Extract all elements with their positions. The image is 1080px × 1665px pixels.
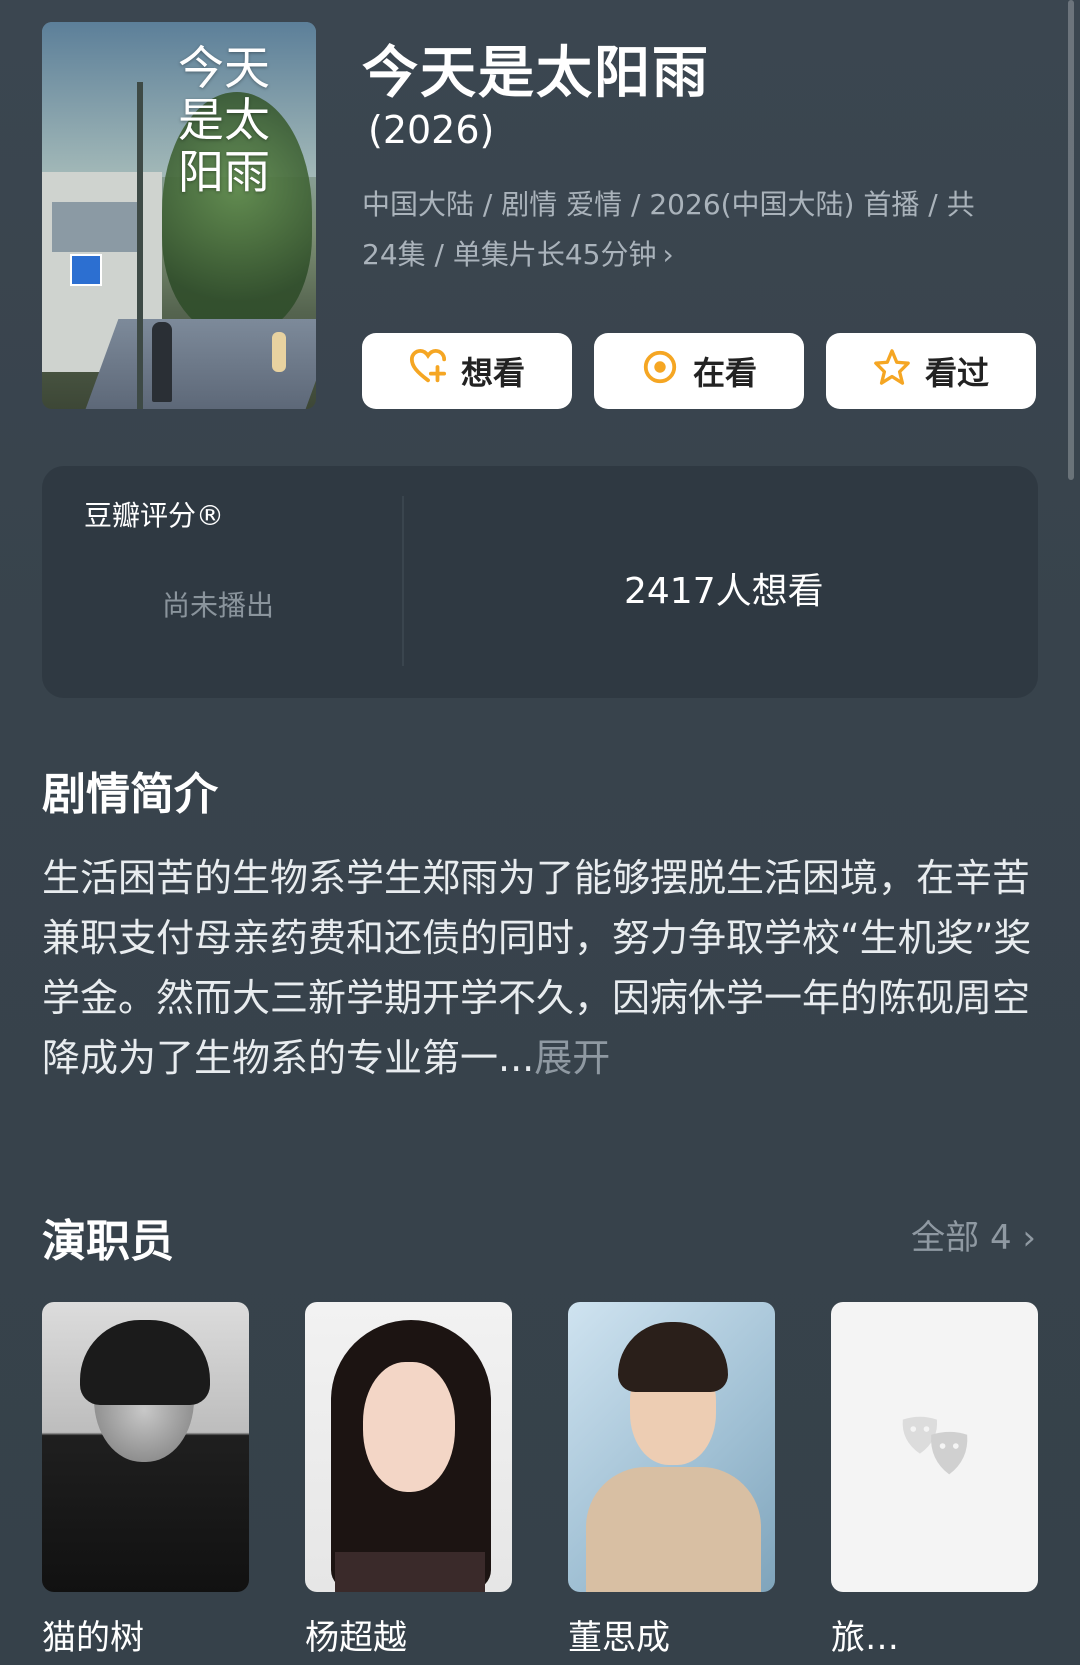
cast-photo bbox=[568, 1302, 775, 1592]
theater-masks-icon bbox=[902, 1416, 967, 1475]
expand-link[interactable]: 展开 bbox=[534, 1036, 610, 1080]
meta-line-2: 24集 / 单集片长45分钟 › bbox=[362, 230, 1022, 280]
heart-plus-icon bbox=[409, 348, 447, 394]
rating-status: 尚未播出 bbox=[162, 589, 275, 622]
rating-card[interactable]: 豆瓣评分® 尚未播出 2417人想看 bbox=[42, 466, 1038, 698]
poster-title: 今天是太阳雨 bbox=[178, 41, 270, 199]
release-year: (2026) bbox=[368, 108, 495, 152]
synopsis-heading: 剧情简介 bbox=[42, 769, 218, 820]
wish-count: 2417人想看 bbox=[624, 571, 824, 612]
portrait-clothing bbox=[586, 1467, 761, 1592]
cast-card[interactable]: 猫的树 bbox=[42, 1302, 249, 1659]
cast-name: 旅… bbox=[831, 1618, 899, 1658]
portrait-face bbox=[363, 1362, 455, 1492]
meta-line-1: 中国大陆 / 剧情 爱情 / 2026(中国大陆) 首播 / 共 bbox=[362, 188, 975, 221]
cast-name: 猫的树 bbox=[42, 1618, 144, 1658]
watching-label: 在看 bbox=[692, 354, 757, 392]
cast-heading: 演职员 bbox=[42, 1216, 174, 1267]
show-meta[interactable]: 中国大陆 / 剧情 爱情 / 2026(中国大陆) 首播 / 共 24集 / 单… bbox=[362, 180, 1022, 280]
watched-button[interactable]: 看过 bbox=[826, 333, 1036, 409]
synopsis-text: 生活困苦的生物系学生郑雨为了能够摆脱生活困境，在辛苦兼职支付母亲药费和还债的同时… bbox=[42, 848, 1042, 1088]
want-to-watch-label: 想看 bbox=[460, 354, 525, 392]
poster-figure-umbrella bbox=[272, 332, 286, 372]
poster-figure bbox=[152, 322, 172, 402]
want-to-watch-button[interactable]: 想看 bbox=[362, 333, 572, 409]
cast-card[interactable]: 杨超越 bbox=[305, 1302, 512, 1659]
portrait-clothing bbox=[335, 1552, 485, 1592]
action-buttons: 想看 在看 看过 bbox=[362, 333, 1036, 409]
cast-card[interactable]: 旅… bbox=[831, 1302, 1038, 1659]
cast-card[interactable]: 董思成 bbox=[568, 1302, 775, 1659]
douban-rating-label: 豆瓣评分® bbox=[84, 499, 225, 532]
cast-list: 猫的树 杨超越 董思成 旅… bbox=[42, 1302, 1038, 1659]
card-divider bbox=[402, 496, 404, 666]
target-icon bbox=[641, 348, 679, 394]
cast-name: 董思成 bbox=[568, 1618, 670, 1658]
scrollbar[interactable] bbox=[1068, 0, 1074, 480]
star-icon bbox=[873, 348, 911, 394]
cast-name: 杨超越 bbox=[305, 1618, 407, 1658]
portrait-hair bbox=[618, 1322, 728, 1392]
meta-line-2-text: 24集 / 单集片长45分钟 bbox=[362, 238, 657, 271]
page-title: 今天是太阳雨 bbox=[362, 41, 710, 106]
watched-label: 看过 bbox=[924, 354, 989, 392]
crosswalk-sign-icon bbox=[70, 254, 102, 286]
portrait-hair bbox=[80, 1320, 210, 1405]
watching-button[interactable]: 在看 bbox=[594, 333, 804, 409]
chevron-right-icon: › bbox=[662, 238, 674, 271]
poster-pole bbox=[137, 82, 143, 409]
poster-image[interactable]: 今天是太阳雨 bbox=[42, 22, 316, 409]
cast-photo-placeholder bbox=[831, 1302, 1038, 1592]
cast-photo bbox=[42, 1302, 249, 1592]
cast-all-link[interactable]: 全部 4 › bbox=[911, 1210, 1036, 1259]
cast-photo bbox=[305, 1302, 512, 1592]
